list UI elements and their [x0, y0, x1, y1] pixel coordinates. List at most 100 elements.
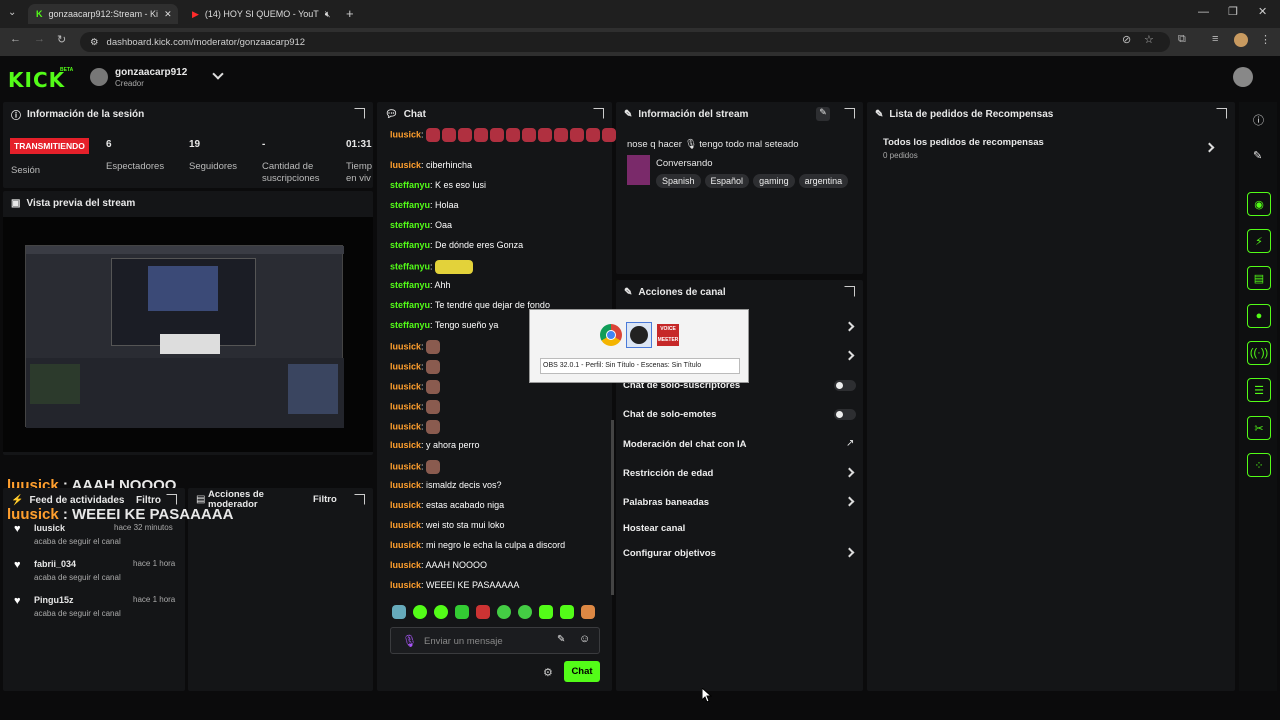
obs-icon[interactable] [626, 322, 652, 348]
bookmark-star-icon[interactable]: ☆ [1144, 33, 1154, 46]
layout-icon[interactable]: ☰ [1247, 378, 1271, 402]
wrench-icon[interactable]: ✂ [1247, 416, 1271, 440]
camera-icon[interactable]: ◉ [1247, 192, 1271, 216]
kick-emote-icon[interactable]: ✎ [557, 634, 565, 645]
mute-icon[interactable]: 🔇︎ [325, 9, 331, 20]
rewards-item-title[interactable]: Todos los pedidos de recompensas [883, 137, 1044, 148]
send-chat-button[interactable]: Chat [564, 661, 600, 682]
emote-icon[interactable] [539, 605, 553, 619]
menu-icon[interactable]: ⋮ [1260, 33, 1271, 46]
obs-window-caption[interactable]: OBS 32.0.1 - Perfil: Sin Título - Escena… [540, 358, 740, 374]
expand-icon[interactable] [844, 286, 855, 297]
bolt-icon[interactable]: ⚡︎ [1247, 229, 1271, 253]
chat-username[interactable]: steffanyu [390, 240, 430, 250]
expand-icon[interactable] [166, 494, 177, 505]
window-close-icon[interactable]: ✕ [1258, 5, 1267, 18]
chat-username[interactable]: luusick [390, 540, 421, 550]
emote-icon[interactable] [455, 605, 469, 619]
back-icon[interactable]: ← [10, 33, 21, 45]
apps-icon[interactable]: ⁘ [1247, 453, 1271, 477]
pencil-icon[interactable]: ✎ [1253, 149, 1262, 162]
emote-icon[interactable] [476, 605, 490, 619]
voicemeeter-icon[interactable]: VOICE MEETER [657, 324, 679, 346]
maximize-icon[interactable]: ❐ [1228, 5, 1238, 18]
microphone-icon[interactable]: 🎙︎ [402, 634, 417, 648]
configure-goals-row[interactable]: Configurar objetivos [623, 548, 716, 559]
chat-username[interactable]: steffanyu [390, 300, 430, 310]
broadcast-icon[interactable]: ((·)) [1247, 341, 1271, 365]
expand-icon[interactable] [1216, 108, 1227, 119]
emote-icon[interactable] [518, 605, 532, 619]
avatar[interactable] [90, 68, 108, 86]
info-icon[interactable]: ⓘ [1253, 112, 1264, 128]
chat-username[interactable]: luusick [390, 461, 421, 471]
new-tab-icon[interactable]: + [346, 6, 354, 21]
chat-username[interactable]: luusick [390, 160, 421, 170]
forward-icon[interactable]: → [34, 33, 45, 45]
chat-username[interactable]: luusick [390, 401, 421, 411]
tab-search-icon[interactable]: ⌄ [8, 7, 16, 18]
chat-username[interactable]: luusick [390, 421, 421, 431]
chrome-icon[interactable] [600, 324, 622, 346]
smiley-icon[interactable]: ☺ [579, 633, 590, 645]
emote-icon[interactable] [581, 605, 595, 619]
emote-icon[interactable] [497, 605, 511, 619]
eye-off-icon[interactable]: ⊘ [1122, 33, 1131, 46]
minimize-icon[interactable]: — [1198, 6, 1209, 18]
ai-moderation-row[interactable]: Moderación del chat con IA [623, 439, 747, 450]
expand-icon[interactable] [844, 108, 855, 119]
stream-preview-video[interactable] [3, 217, 373, 452]
chat-input[interactable]: 🎙︎ Enviar un mensaje ✎ ☺ [390, 627, 600, 654]
filter-button[interactable]: Filtro [136, 495, 161, 506]
emote-icon[interactable] [413, 605, 427, 619]
expand-icon[interactable] [593, 108, 604, 119]
age-restriction-row[interactable]: Restricción de edad [623, 468, 713, 479]
chat-username[interactable]: steffanyu [390, 261, 430, 271]
chat-username[interactable]: luusick [390, 440, 421, 450]
chat-username[interactable]: steffanyu [390, 280, 430, 290]
filter-button[interactable]: Filtro [313, 494, 337, 505]
chat-username[interactable]: luusick [390, 560, 421, 570]
chat-text: WEEEI KE PASAAAAA [426, 580, 520, 590]
emote-icon[interactable] [392, 605, 406, 619]
chat-username[interactable]: luusick [390, 480, 421, 490]
tab-kick[interactable]: K gonzaacarp912:Stream - Ki ✕ [28, 4, 178, 24]
chat-username[interactable]: luusick [390, 129, 421, 139]
expand-icon[interactable] [354, 108, 365, 119]
subscribers-only-toggle[interactable] [834, 380, 856, 391]
reading-list-icon[interactable]: ≡ [1212, 33, 1218, 45]
emotes-only-toggle[interactable] [834, 409, 856, 420]
url-field[interactable]: ⚙ dashboard.kick.com/moderator/gonzaacar… [80, 32, 1170, 52]
user-avatar[interactable] [1233, 67, 1253, 87]
banned-words-row[interactable]: Palabras baneadas [623, 497, 709, 508]
gear-icon[interactable]: ⚙ [543, 666, 553, 679]
emote-icon[interactable] [560, 605, 574, 619]
chat-username[interactable]: steffanyu [390, 180, 430, 190]
edit-icon[interactable]: ✎ [816, 107, 830, 121]
emote-icon[interactable] [434, 605, 448, 619]
profile-avatar[interactable] [1234, 33, 1248, 47]
document-icon[interactable]: ▤ [1247, 266, 1271, 290]
chat-username[interactable]: luusick [390, 500, 421, 510]
extensions-icon[interactable]: ⧉ [1178, 33, 1186, 46]
emote-icon [570, 128, 585, 142]
chat-username[interactable]: luusick [390, 361, 421, 371]
tab-youtube[interactable]: ▶ (14) HOY SI QUEMO - YouT 🔇︎ ✕ [184, 4, 334, 24]
chat-username[interactable]: luusick [390, 520, 421, 530]
expand-icon[interactable] [354, 494, 365, 505]
external-link-icon[interactable]: ↗ [846, 438, 854, 449]
chat-username[interactable]: luusick [390, 580, 421, 590]
chat-username[interactable]: luusick [390, 341, 421, 351]
site-settings-icon[interactable]: ⚙ [90, 37, 99, 48]
chat-username[interactable]: luusick [390, 381, 421, 391]
chat-scrollbar[interactable] [611, 420, 614, 595]
chat-username[interactable]: steffanyu [390, 220, 430, 230]
close-icon[interactable]: ✕ [164, 9, 172, 20]
chat-username[interactable]: steffanyu [390, 200, 430, 210]
reload-icon[interactable]: ↻ [57, 33, 66, 46]
chat-username[interactable]: steffanyu [390, 320, 430, 330]
kick-logo[interactable]: KICK [8, 68, 65, 92]
followers-count: 19 [189, 139, 201, 150]
host-channel-row[interactable]: Hostear canal [623, 523, 685, 534]
chat-icon[interactable]: ● [1247, 304, 1271, 328]
